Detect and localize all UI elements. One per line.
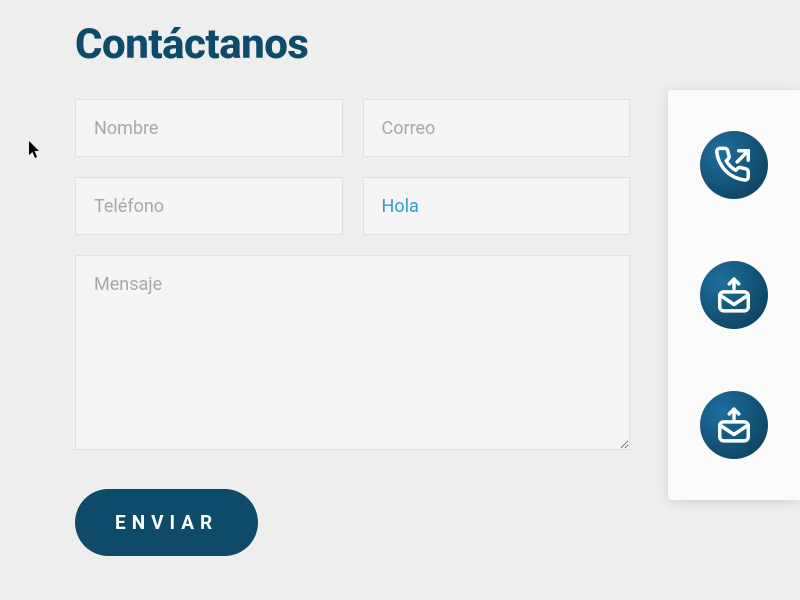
submit-button[interactable]: ENVIAR <box>75 489 258 556</box>
contact-form: ENVIAR <box>75 99 630 556</box>
name-input[interactable] <box>75 99 343 157</box>
contact-sidebar <box>668 90 800 500</box>
subject-input[interactable] <box>363 177 631 235</box>
phone-input[interactable] <box>75 177 343 235</box>
email-input[interactable] <box>363 99 631 157</box>
phone-outgoing-icon[interactable] <box>700 131 768 199</box>
mail-send-icon[interactable] <box>700 261 768 329</box>
message-textarea[interactable] <box>75 255 630 450</box>
page-title: Contáctanos <box>75 20 800 69</box>
mail-send-icon[interactable] <box>700 391 768 459</box>
